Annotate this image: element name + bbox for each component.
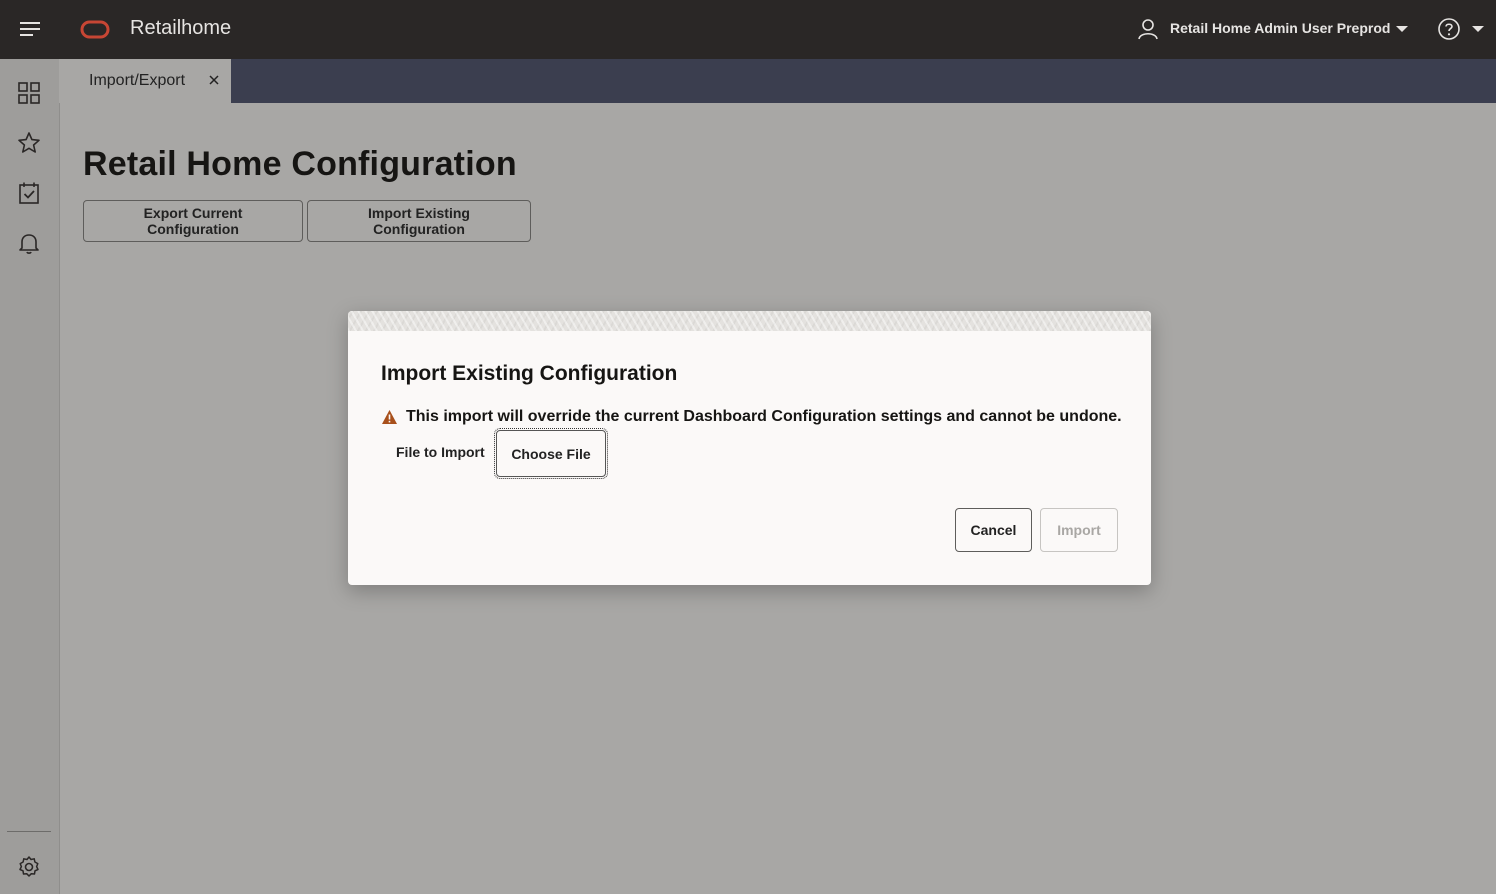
rail-divider bbox=[7, 831, 51, 832]
dialog-header-strip[interactable] bbox=[348, 311, 1151, 331]
oracle-logo bbox=[80, 20, 110, 39]
tab-import-export[interactable]: Import/Export bbox=[59, 59, 231, 103]
file-to-import-label: File to Import bbox=[396, 444, 485, 460]
hamburger-menu-icon[interactable] bbox=[19, 19, 41, 39]
warning-message: This import will override the current Da… bbox=[406, 408, 1122, 425]
settings-gear-icon[interactable] bbox=[17, 855, 41, 879]
import-dialog: Import Existing Configuration This impor… bbox=[348, 311, 1151, 585]
export-configuration-button[interactable]: Export Current Configuration bbox=[83, 200, 303, 242]
choose-file-button[interactable]: Choose File bbox=[494, 428, 608, 479]
app-title: Retailhome bbox=[130, 17, 232, 39]
cancel-button[interactable]: Cancel bbox=[955, 508, 1032, 552]
notifications-bell-icon[interactable] bbox=[17, 231, 41, 255]
close-icon[interactable] bbox=[207, 73, 221, 87]
import-button[interactable]: Import bbox=[1040, 508, 1118, 552]
chevron-down-icon[interactable] bbox=[1471, 22, 1485, 36]
page-title: Retail Home Configuration bbox=[83, 145, 517, 183]
dashboard-grid-icon[interactable] bbox=[17, 81, 41, 105]
warning-icon bbox=[382, 410, 397, 424]
tab-label: Import/Export bbox=[89, 72, 186, 89]
import-configuration-button[interactable]: Import Existing Configuration bbox=[307, 200, 531, 242]
help-icon[interactable] bbox=[1437, 17, 1461, 41]
chevron-down-icon[interactable] bbox=[1395, 22, 1409, 36]
tasks-calendar-icon[interactable] bbox=[17, 181, 41, 205]
app-header: Retailhome Retail Home Admin User Prepro… bbox=[0, 0, 1496, 59]
dialog-title: Import Existing Configuration bbox=[381, 362, 678, 385]
left-navigation-rail bbox=[0, 59, 60, 894]
favorites-star-icon[interactable] bbox=[17, 131, 41, 155]
tab-bar: Import/Export bbox=[59, 59, 1496, 103]
user-icon[interactable] bbox=[1136, 17, 1160, 41]
user-name[interactable]: Retail Home Admin User Preprod bbox=[1170, 20, 1390, 36]
